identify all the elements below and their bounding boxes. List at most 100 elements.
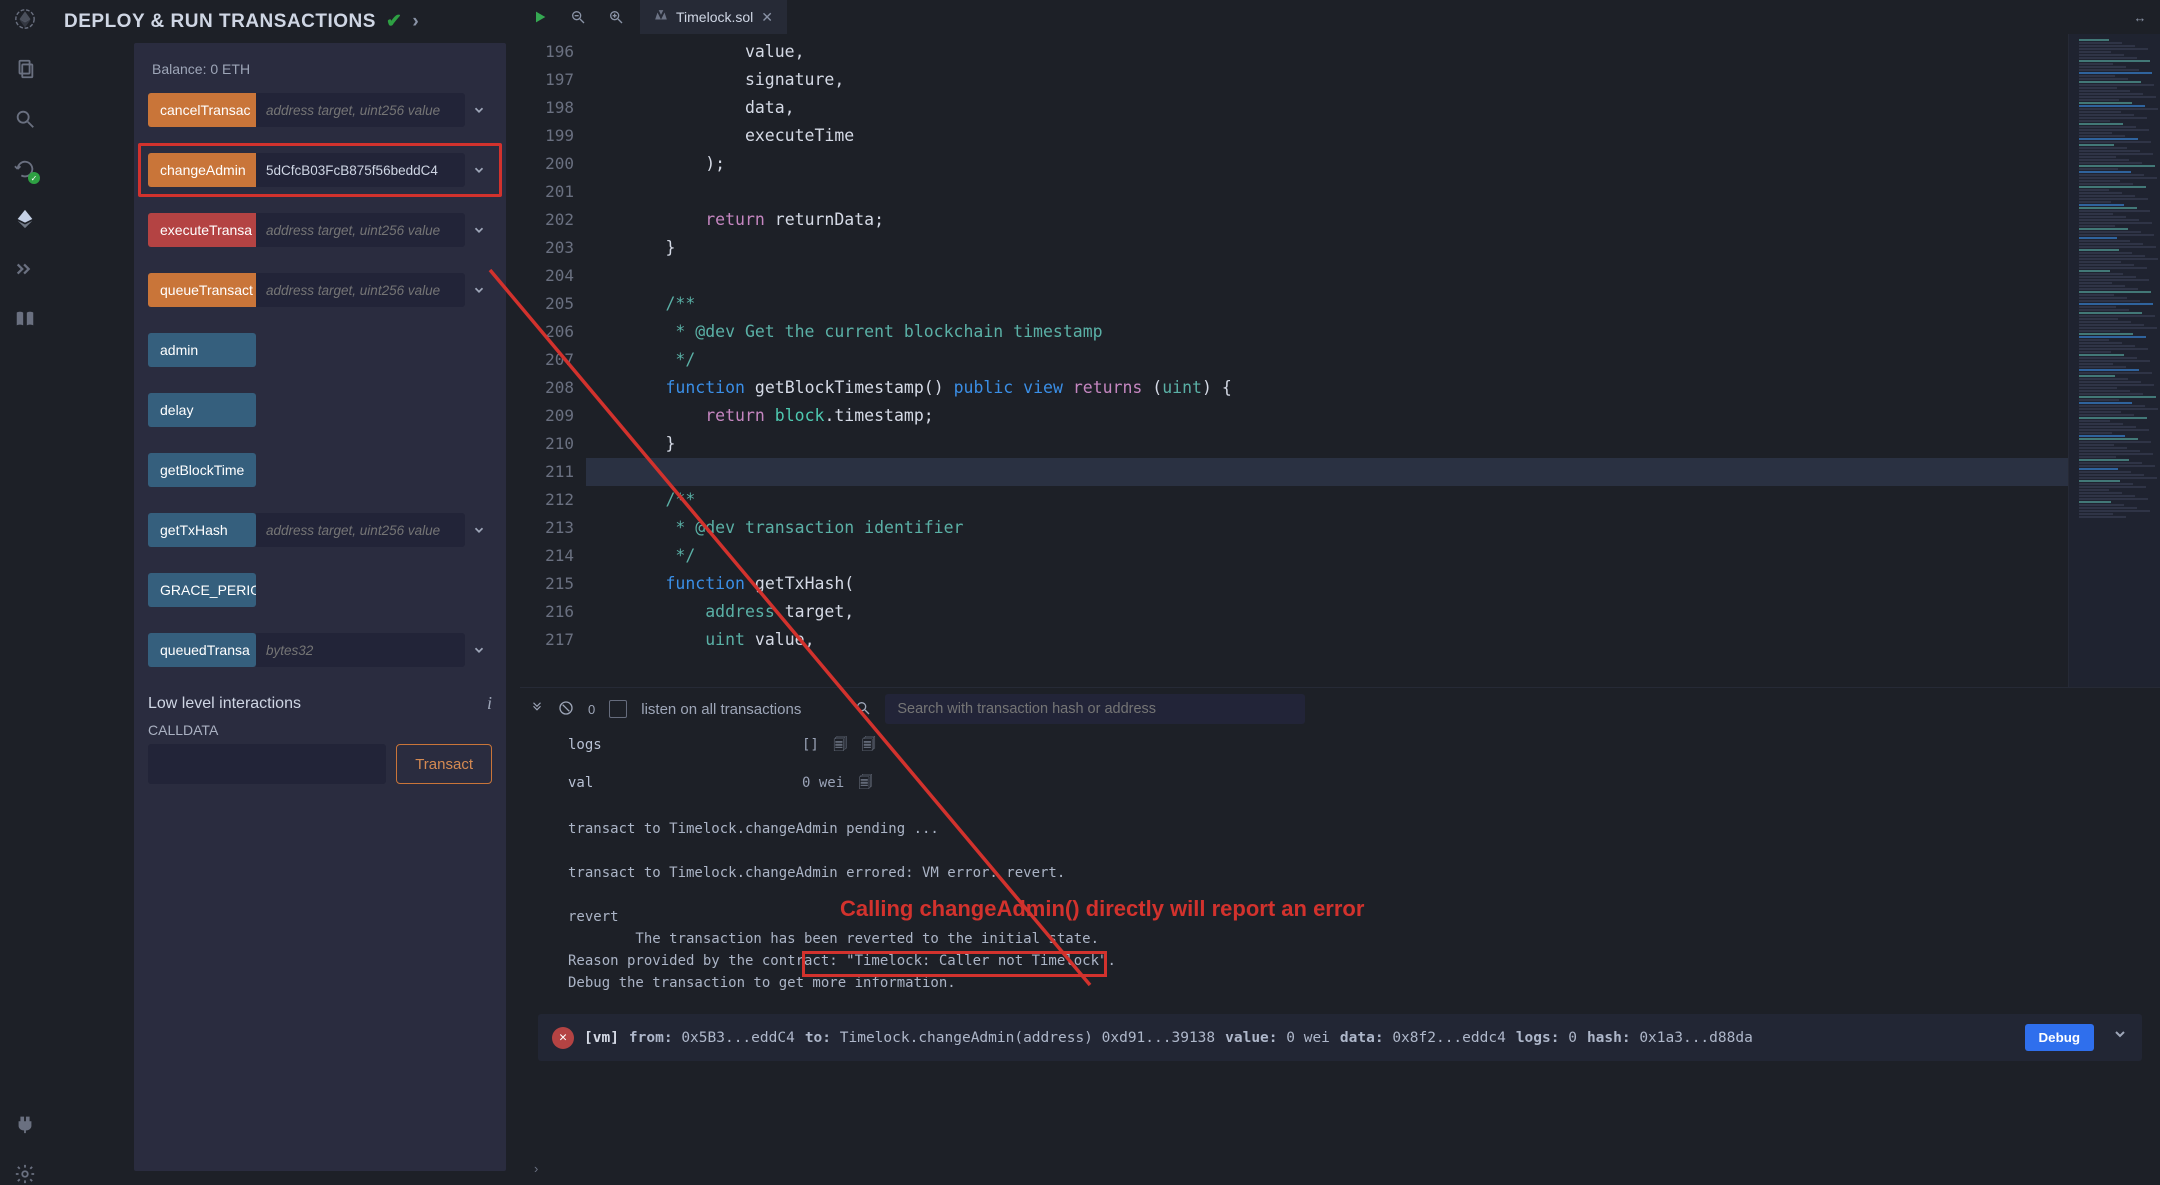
function-button-getBlockTime[interactable]: getBlockTime [148,453,256,487]
lowlevel-title: Low level interactions [148,695,301,713]
txlogs-label: logs: [1516,1030,1560,1046]
function-input-getTxHash[interactable] [256,513,465,547]
debug-button[interactable]: Debug [2025,1024,2094,1051]
terminal-toolbar: 0 listen on all transactions [520,688,2160,730]
logs-value: [] [802,737,819,753]
tx-summary-row[interactable]: ✕ [vm] from: 0x5B3...eddC4 to: Timelock.… [538,1014,2142,1061]
expand-icon[interactable] [465,163,492,177]
hash-label: hash: [1587,1030,1631,1046]
calldata-input[interactable] [148,744,386,784]
expand-icon[interactable] [465,523,492,537]
function-button-queuedTransa[interactable]: queuedTransa [148,633,256,667]
main-area: Timelock.sol ✕ ↔ 19619719819920020120220… [520,0,2160,1185]
hash-value: 0x1a3...d88da [1639,1030,1753,1046]
zoom-out-icon[interactable] [564,3,592,31]
terminal-search-icon[interactable] [855,700,871,719]
expand-icon[interactable] [465,283,492,297]
panel-title: DEPLOY & RUN TRANSACTIONS [64,11,376,33]
function-button-delay[interactable]: delay [148,393,256,427]
expand-icon[interactable]: ↔ [2126,3,2154,31]
pending-count: 0 [588,702,595,717]
function-button-cancelTransac[interactable]: cancelTransac [148,93,256,127]
zoom-in-icon[interactable] [602,3,630,31]
close-icon[interactable]: ✕ [761,9,773,26]
data-label: data: [1340,1030,1384,1046]
code-content[interactable]: value, signature, data, executeTime ); r… [586,34,2068,687]
ethereum-logo-icon[interactable] [14,8,36,30]
to-value: Timelock.changeAdmin(address) 0xd91...39… [840,1030,1215,1046]
transact-button[interactable]: Transact [396,744,492,784]
function-row-delay: delay [148,393,492,427]
deploy-icon[interactable] [14,208,36,230]
lowlevel-header: Low level interactions i [148,693,492,714]
function-button-changeAdmin[interactable]: changeAdmin [148,153,256,187]
vm-tag: [vm] [584,1027,619,1049]
data-value: 0x8f2...eddc4 [1392,1030,1506,1046]
value-label: value: [1225,1030,1277,1046]
terminal-prompt[interactable]: › [520,1151,2160,1185]
play-icon[interactable] [526,3,554,31]
function-input-queueTransact[interactable] [256,273,465,307]
function-row-GRACE_PERIO: GRACE_PERIO [148,573,492,607]
function-row-executeTransa: executeTransa [148,213,492,247]
function-button-admin[interactable]: admin [148,333,256,367]
copy-icon[interactable]: 🗐 [850,775,872,791]
chevron-down-icon[interactable] [2112,1026,2128,1049]
settings-icon[interactable] [14,1163,36,1185]
clear-icon[interactable] [558,700,574,719]
logs-label: logs [568,734,778,756]
copy-icon[interactable]: 🗐 [853,737,875,753]
function-input-executeTransa[interactable] [256,213,465,247]
value-value: 0 wei [1286,1030,1330,1046]
expand-icon[interactable] [465,103,492,117]
terminal-search-input[interactable] [885,694,1305,724]
minimap[interactable] [2068,34,2160,687]
function-button-queueTransact[interactable]: queueTransact [148,273,256,307]
info-icon[interactable]: i [487,693,492,714]
txlogs-value: 0 [1568,1030,1577,1046]
function-row-queuedTransa: queuedTransa [148,633,492,667]
listen-checkbox[interactable] [609,700,627,718]
val-label: val [568,772,778,794]
expand-icon[interactable] [465,643,492,657]
line-gutter: 1961971981992002012022032042052062072082… [520,34,586,687]
plugin-icon[interactable] [14,1113,36,1135]
balance-text: Balance: 0 ETH [148,61,492,93]
calldata-label: CALLDATA [148,722,492,738]
copy-icon[interactable]: 🗐 [825,737,847,753]
panel-header: DEPLOY & RUN TRANSACTIONS ✔ › [50,0,520,43]
function-button-GRACE_PERIO[interactable]: GRACE_PERIO [148,573,256,607]
check-icon: ✔ [386,10,402,33]
function-button-executeTransa[interactable]: executeTransa [148,213,256,247]
error-icon: ✕ [552,1027,574,1049]
code-editor[interactable]: 1961971981992002012022032042052062072082… [520,34,2160,687]
from-value: 0x5B3...eddC4 [681,1030,795,1046]
expand-icon[interactable] [465,223,492,237]
function-row-getTxHash: getTxHash [148,513,492,547]
book-icon[interactable] [14,308,36,330]
icon-sidebar: ✓ [0,0,50,1185]
from-label: from: [629,1030,673,1046]
debugger-icon[interactable] [14,258,36,280]
search-icon[interactable] [14,108,36,130]
listen-label: listen on all transactions [641,701,801,718]
tab-filename: Timelock.sol [676,9,753,25]
solidity-icon [654,9,668,26]
function-row-admin: admin [148,333,492,367]
terminal-output[interactable]: logs [] 🗐 🗐 val 0 wei 🗐 transact to Time… [520,730,2160,1151]
file-tab[interactable]: Timelock.sol ✕ [640,0,787,34]
files-icon[interactable] [14,58,36,80]
val-value: 0 wei [802,775,844,791]
terminal-panel: 0 listen on all transactions logs [] 🗐 🗐… [520,687,2160,1185]
function-input-changeAdmin[interactable] [256,153,465,187]
chevron-right-icon[interactable]: › [412,11,419,33]
function-input-queuedTransa[interactable] [256,633,465,667]
function-row-changeAdmin: changeAdmin [148,153,492,187]
panel-body: Balance: 0 ETH cancelTransac changeAdmin e… [134,43,506,1171]
function-row-cancelTransac: cancelTransac [148,93,492,127]
compiler-icon[interactable]: ✓ [14,158,36,180]
deploy-panel: DEPLOY & RUN TRANSACTIONS ✔ › Balance: 0… [50,0,520,1185]
function-input-cancelTransac[interactable] [256,93,465,127]
collapse-icon[interactable] [530,701,544,718]
function-button-getTxHash[interactable]: getTxHash [148,513,256,547]
